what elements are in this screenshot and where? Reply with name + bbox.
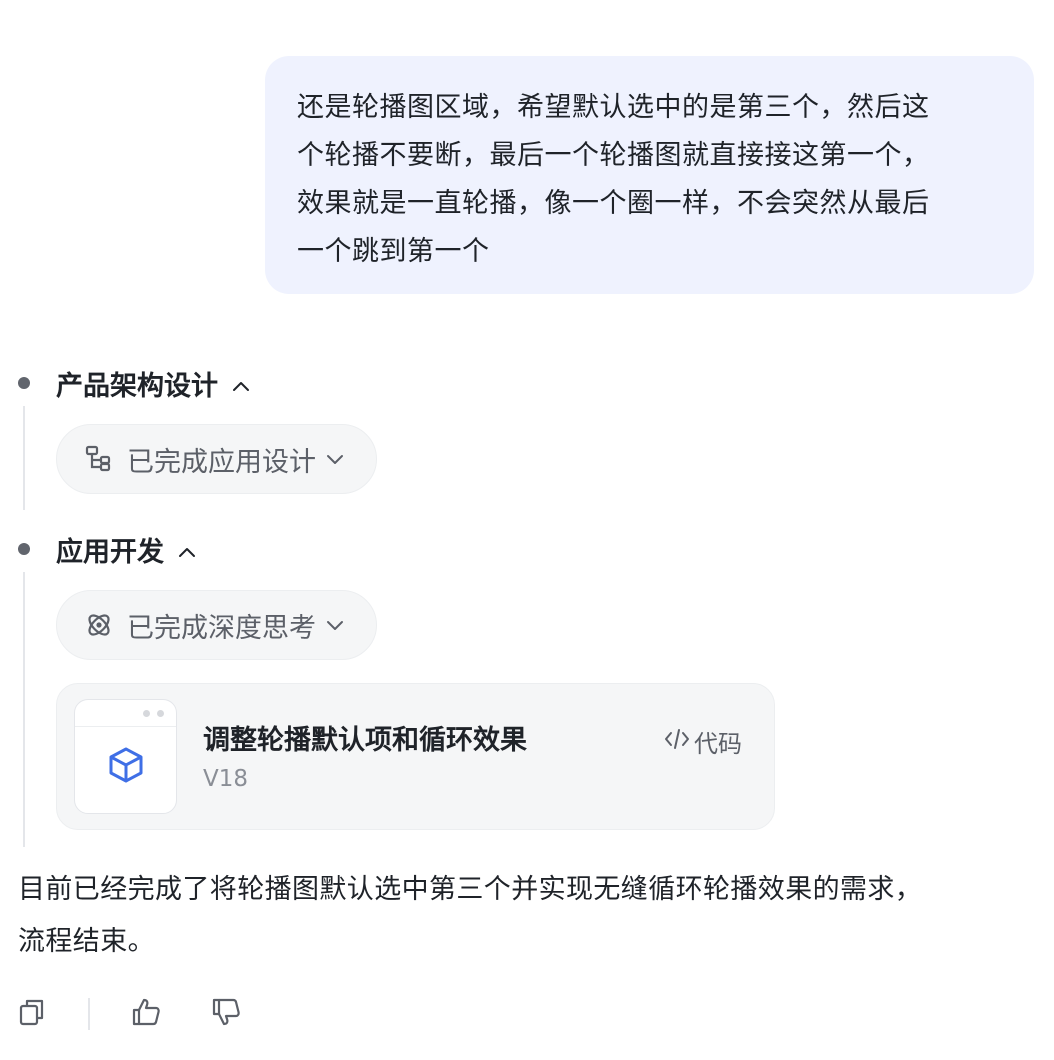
assistant-final-message: 目前已经完成了将轮播图默认选中第三个并实现无缝循环轮播效果的需求， 流程结束。 (18, 864, 1028, 968)
copy-button[interactable] (14, 996, 50, 1032)
chevron-down-icon (326, 453, 344, 465)
status-pill-label: 已完成深度思考 (127, 612, 316, 644)
step-bullet (18, 543, 30, 555)
thumbs-up-icon (130, 996, 162, 1032)
status-pill-deep-thinking[interactable]: 已完成深度思考 (56, 590, 377, 660)
user-message-line: 效果就是一直轮播，像一个圈一样，不会突然从最后 (297, 188, 930, 219)
code-icon (664, 728, 690, 756)
step-connector-line (23, 572, 25, 847)
deep-thinking-icon (83, 609, 115, 641)
step-title: 产品架构设计 (56, 370, 218, 402)
artifact-thumbnail (74, 699, 177, 814)
dislike-button[interactable] (208, 996, 244, 1032)
cube-icon (107, 746, 145, 788)
artifact-title: 调整轮播默认项和循环效果 (203, 725, 527, 756)
assistant-message-line: 流程结束。 (18, 926, 155, 957)
architecture-icon (83, 443, 115, 475)
chat-page: 还是轮播图区域，希望默认选中的是第三个，然后这 个轮播不要断，最后一个轮播图就直… (0, 0, 1054, 1060)
chevron-down-icon (326, 619, 344, 631)
code-label: 代码 (694, 730, 742, 758)
step-title: 应用开发 (56, 536, 164, 568)
user-message-line: 一个跳到第一个 (297, 236, 490, 267)
artifact-card[interactable]: 调整轮播默认项和循环效果 V18 代码 (56, 683, 775, 830)
like-button[interactable] (128, 996, 164, 1032)
thumbs-down-icon (210, 996, 242, 1032)
assistant-message-line: 目前已经完成了将轮播图默认选中第三个并实现无缝循环轮播效果的需求， (18, 874, 923, 905)
action-divider (88, 998, 90, 1030)
status-pill-app-design[interactable]: 已完成应用设计 (56, 424, 377, 494)
window-dot (157, 710, 164, 717)
thumbnail-titlebar (75, 700, 176, 727)
user-message-line: 个轮播不要断，最后一个轮播图就直接接这第一个， (297, 140, 930, 171)
step-header-development[interactable]: 应用开发 (56, 529, 196, 569)
copy-icon (18, 997, 46, 1031)
user-message-bubble: 还是轮播图区域，希望默认选中的是第三个，然后这 个轮播不要断，最后一个轮播图就直… (265, 56, 1034, 294)
step-connector-line (23, 406, 25, 510)
status-pill-label: 已完成应用设计 (127, 446, 316, 478)
view-code-button[interactable]: 代码 (664, 724, 742, 759)
step-header-architecture[interactable]: 产品架构设计 (56, 363, 250, 403)
chevron-up-icon (178, 534, 196, 565)
step-bullet (18, 377, 30, 389)
user-message-line: 还是轮播图区域，希望默认选中的是第三个，然后这 (297, 92, 930, 123)
chevron-up-icon (232, 368, 250, 399)
artifact-version: V18 (203, 766, 249, 792)
window-dot (143, 710, 150, 717)
